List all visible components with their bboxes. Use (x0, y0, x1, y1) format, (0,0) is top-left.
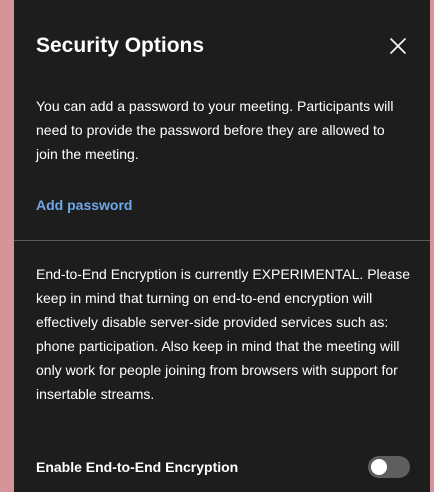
e2ee-section: End-to-End Encryption is currently EXPER… (36, 262, 410, 406)
e2ee-toggle-row: Enable End-to-End Encryption (36, 456, 410, 478)
add-password-link[interactable]: Add password (36, 195, 132, 215)
e2ee-description: End-to-End Encryption is currently EXPER… (36, 266, 411, 402)
dialog-title: Security Options (36, 34, 205, 57)
e2ee-toggle-switch[interactable] (368, 456, 410, 478)
dialog-header: Security Options (36, 34, 410, 58)
section-divider (14, 240, 430, 241)
close-icon (390, 38, 406, 54)
toggle-knob (371, 459, 387, 475)
security-options-dialog: Security Options You can add a password … (14, 0, 430, 492)
e2ee-toggle-label: Enable End-to-End Encryption (36, 459, 239, 475)
close-button[interactable] (386, 34, 410, 58)
password-section: You can add a password to your meeting. … (36, 94, 410, 166)
password-description: You can add a password to your meeting. … (36, 98, 394, 162)
